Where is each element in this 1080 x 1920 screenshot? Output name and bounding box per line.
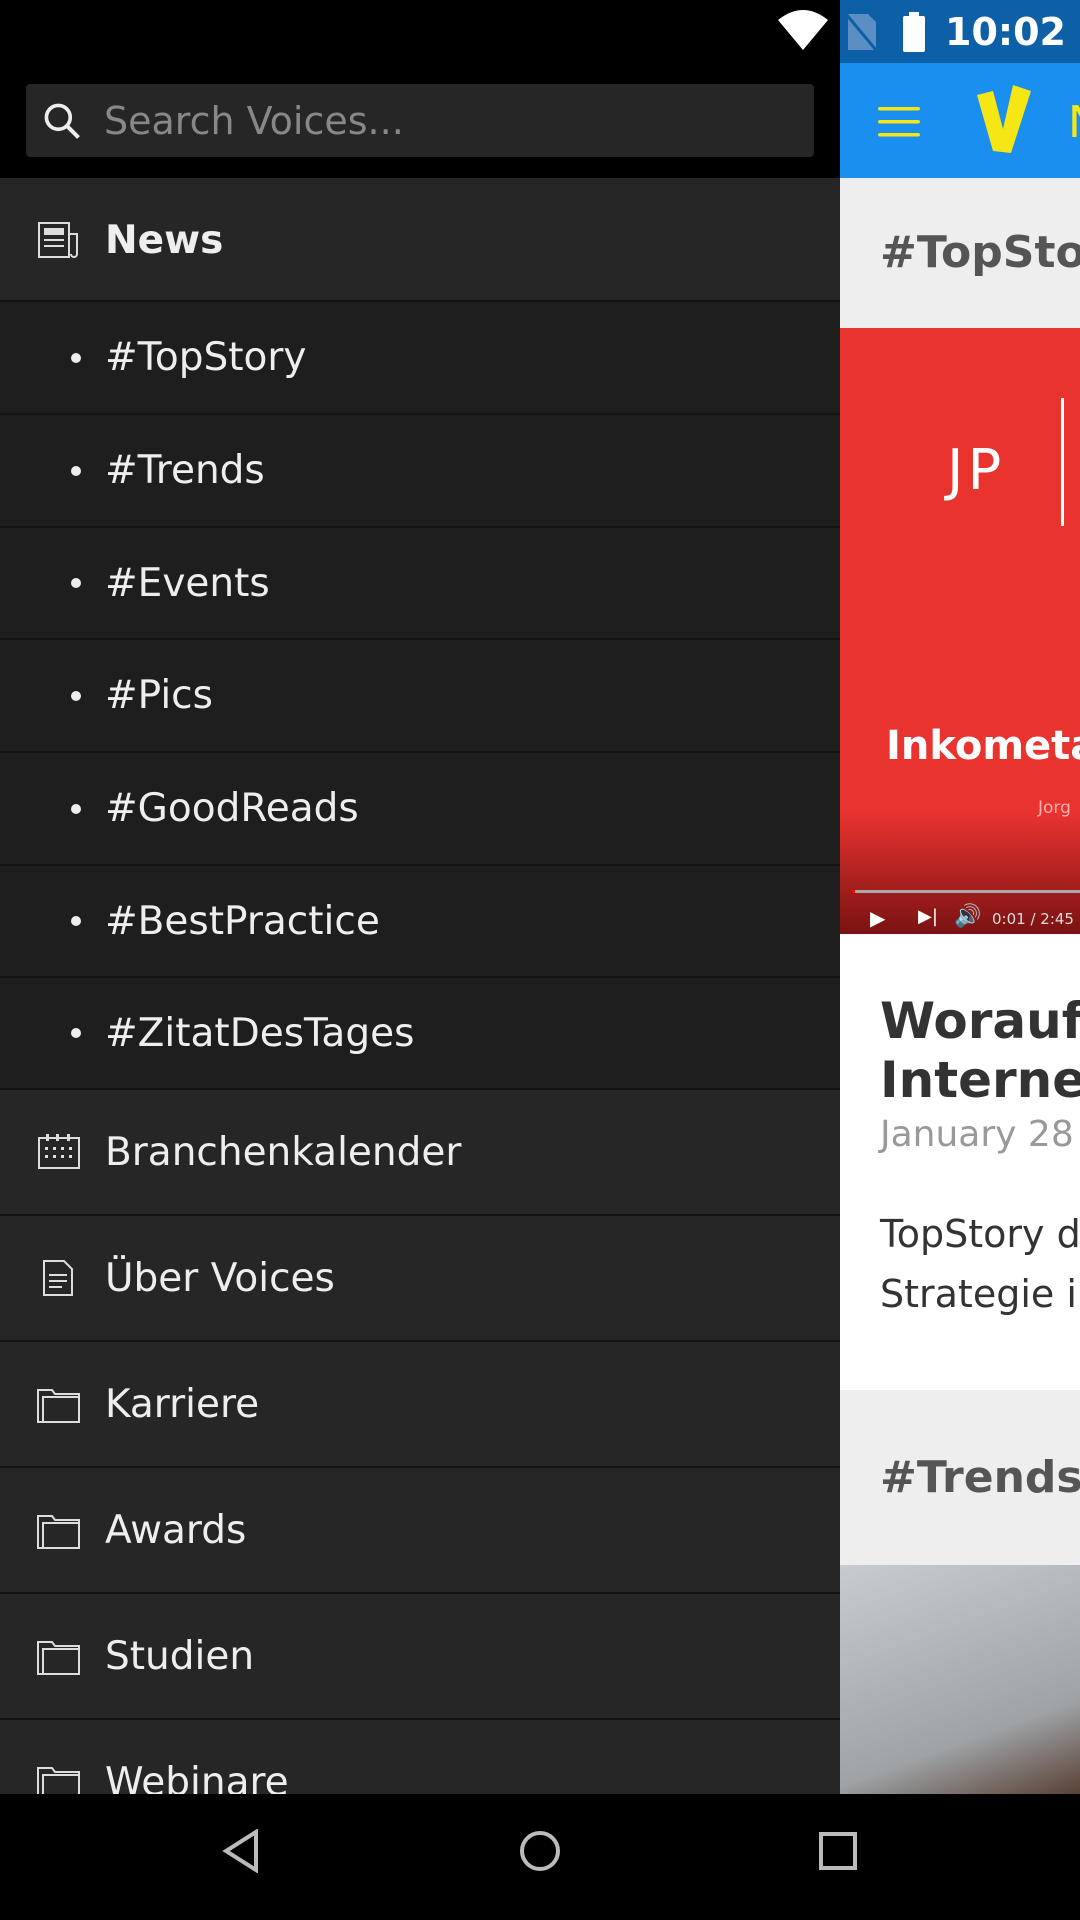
app-title: N bbox=[1068, 97, 1080, 148]
next-icon[interactable]: ▶| bbox=[918, 906, 938, 927]
calendar-icon bbox=[36, 1132, 82, 1172]
status-bar: 10:02 bbox=[840, 0, 1080, 63]
clock: 10:02 bbox=[945, 10, 1066, 54]
drawer-item-studien[interactable]: Studien bbox=[0, 1594, 840, 1720]
volume-icon[interactable]: 🔊 bbox=[954, 904, 981, 929]
search-icon bbox=[44, 103, 80, 139]
back-icon[interactable] bbox=[222, 1829, 262, 1873]
folder-icon bbox=[36, 1762, 82, 1794]
article-date: January 28 4: bbox=[880, 1114, 1080, 1155]
bullet-icon bbox=[71, 352, 81, 363]
drawer-item-label: News bbox=[105, 217, 224, 263]
system-navigation-bar bbox=[0, 1794, 1080, 1920]
drawer-item-label: Karriere bbox=[105, 1381, 260, 1427]
recents-icon[interactable] bbox=[818, 1831, 858, 1871]
article-title-line1: Worauf e bbox=[880, 992, 1080, 1050]
newspaper-icon bbox=[36, 220, 82, 260]
drawer-item-events[interactable]: #Events bbox=[0, 528, 840, 640]
drawer-item-pics[interactable]: #Pics bbox=[0, 640, 840, 753]
folder-icon bbox=[36, 1636, 82, 1676]
video-time: 0:01 / 2:45 bbox=[992, 910, 1074, 928]
bullet-icon bbox=[71, 465, 81, 476]
drawer-item-label: #TopStory bbox=[105, 335, 307, 380]
folder-icon bbox=[36, 1510, 82, 1550]
bullet-icon bbox=[71, 916, 81, 926]
app-bar: N bbox=[840, 63, 1080, 178]
video-logo-text: JP bbox=[947, 438, 1006, 503]
section-header-topstory[interactable]: #TopStory bbox=[840, 178, 1080, 328]
drawer-item-bestpractice[interactable]: #BestPractice bbox=[0, 866, 840, 978]
document-icon bbox=[36, 1258, 82, 1298]
video-title: Inkometa bbox=[886, 723, 1080, 769]
drawer-item-news[interactable]: News bbox=[0, 180, 840, 302]
logo-divider bbox=[1061, 398, 1064, 526]
drawer-header bbox=[0, 0, 840, 178]
drawer-item-label: Über Voices bbox=[105, 1255, 335, 1301]
search-input[interactable] bbox=[104, 98, 784, 143]
video-author: Jorg bbox=[1038, 798, 1071, 818]
drawer-item-label: Branchenkalender bbox=[105, 1129, 462, 1175]
voices-logo bbox=[977, 85, 1031, 153]
article-title-line2: Internen bbox=[880, 1051, 1080, 1109]
drawer-item-label: #ZitatDesTages bbox=[105, 1010, 415, 1056]
wifi-icon bbox=[778, 10, 828, 50]
trends-image[interactable] bbox=[840, 1565, 1080, 1794]
drawer-item-branchenkalender[interactable]: Branchenkalender bbox=[0, 1090, 840, 1216]
drawer-item-label: #BestPractice bbox=[105, 898, 380, 944]
bullet-icon bbox=[71, 690, 81, 701]
drawer-item-karriere[interactable]: Karriere bbox=[0, 1342, 840, 1468]
folder-icon bbox=[36, 1384, 82, 1424]
drawer-item-topstory[interactable]: #TopStory bbox=[0, 302, 840, 415]
drawer-item-awards[interactable]: Awards bbox=[0, 1468, 840, 1594]
drawer-item-label: #Events bbox=[105, 560, 270, 606]
article-card[interactable]: Worauf e Internen January 28 4: TopStory… bbox=[840, 934, 1080, 1390]
drawer-item-zitatdestages[interactable]: #ZitatDesTages bbox=[0, 978, 840, 1090]
video-progress-bar[interactable] bbox=[852, 890, 1080, 893]
drawer-item-webinare[interactable]: Webinare bbox=[0, 1720, 840, 1794]
drawer-item-label: Studien bbox=[105, 1633, 255, 1679]
home-icon[interactable] bbox=[518, 1829, 562, 1873]
section-header-trends[interactable]: #Trends bbox=[840, 1390, 1080, 1565]
bullet-icon bbox=[71, 578, 81, 588]
play-icon[interactable]: ▶ bbox=[870, 906, 885, 930]
drawer-item-label: #GoodReads bbox=[105, 786, 359, 831]
video-player[interactable]: JP Inkometa Jorg ▶ ▶| 🔊 0:01 / 2:45 bbox=[840, 328, 1080, 934]
search-box[interactable] bbox=[26, 84, 814, 157]
drawer-item-trends[interactable]: #Trends bbox=[0, 415, 840, 528]
hamburger-menu-icon[interactable] bbox=[878, 105, 922, 139]
article-body-line1: TopStory d bbox=[880, 1212, 1080, 1256]
drawer-item-bervoices[interactable]: Über Voices bbox=[0, 1216, 840, 1342]
bullet-icon bbox=[71, 1028, 81, 1038]
main-content: 10:02 N #TopStory JP Inkometa Jorg ▶ ▶| … bbox=[840, 0, 1080, 1794]
bullet-icon bbox=[71, 803, 81, 814]
drawer-item-label: #Pics bbox=[105, 673, 213, 718]
no-sim-icon bbox=[844, 13, 878, 51]
drawer-item-goodreads[interactable]: #GoodReads bbox=[0, 753, 840, 866]
article-body-line2: Strategie in bbox=[880, 1272, 1080, 1316]
drawer-item-label: Awards bbox=[105, 1507, 247, 1553]
drawer-item-label: #Trends bbox=[105, 448, 265, 493]
navigation-drawer: News #TopStory #Trends #Events #Pics #GoodRea… bbox=[0, 0, 840, 1794]
drawer-item-label: Webinare bbox=[105, 1759, 289, 1795]
battery-icon bbox=[903, 12, 925, 52]
